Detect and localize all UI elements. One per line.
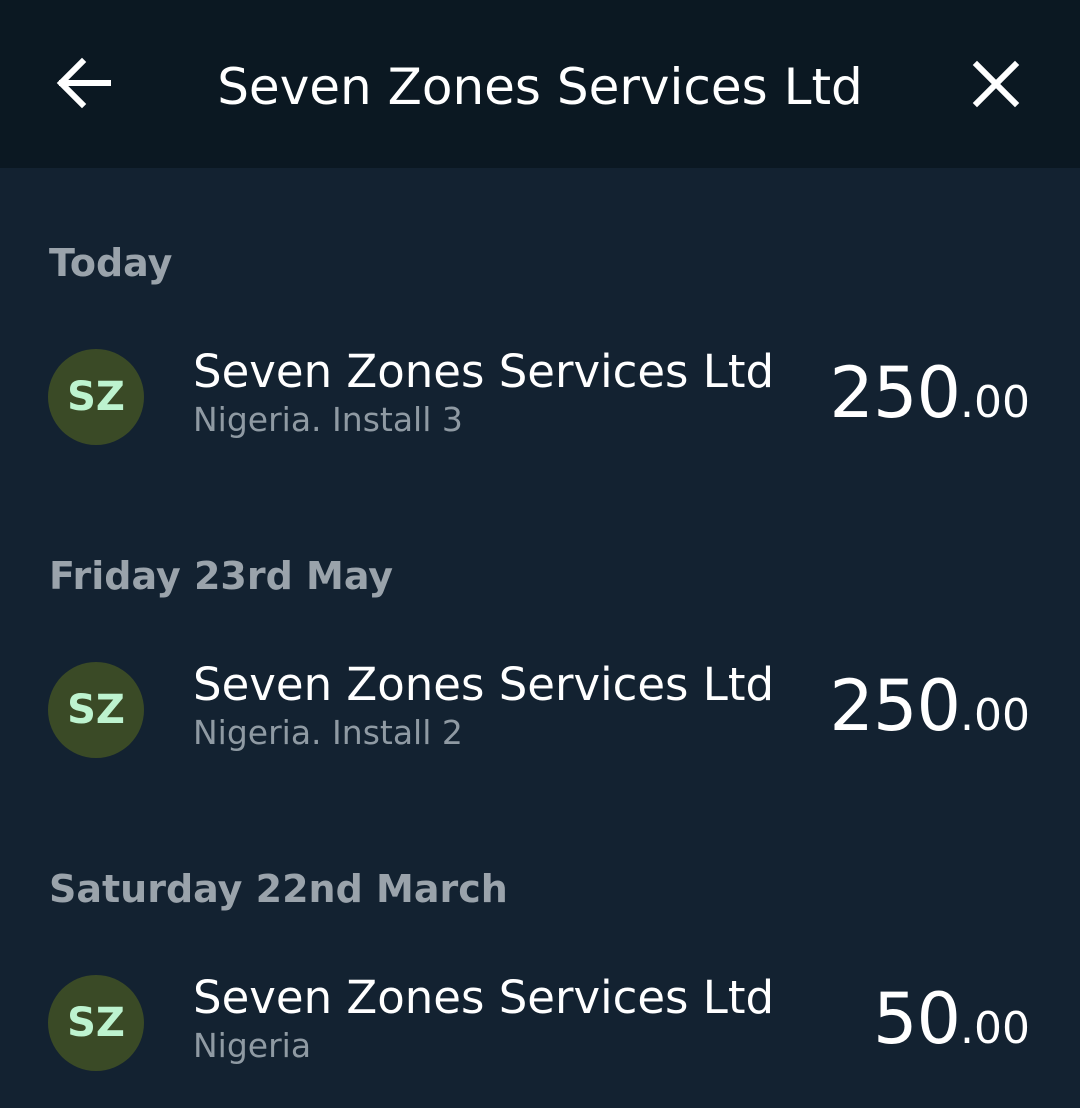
avatar: SZ — [48, 662, 144, 758]
amount-integer: 50 — [872, 978, 961, 1060]
back-button[interactable] — [50, 48, 120, 118]
arrow-left-icon — [56, 57, 111, 109]
section-header-saturday-22nd-march: Saturday 22nd March — [49, 867, 508, 911]
transaction-title: Seven Zones Services Ltd — [193, 971, 775, 1024]
transaction-title: Seven Zones Services Ltd — [193, 345, 775, 398]
transaction-subtitle: Nigeria. Install 3 — [193, 400, 463, 439]
amount-decimal: .00 — [960, 377, 1030, 428]
transaction-row[interactable]: SZ Seven Zones Services Ltd Nigeria. Ins… — [0, 645, 1080, 775]
transaction-title: Seven Zones Services Ltd — [193, 658, 775, 711]
amount-decimal: .00 — [960, 690, 1030, 741]
transaction-subtitle: Nigeria — [193, 1026, 312, 1065]
amount-integer: 250 — [829, 665, 961, 747]
transaction-amount: 250.00 — [829, 665, 1030, 747]
section-header-today: Today — [49, 241, 173, 285]
section-header-friday-23rd-may: Friday 23rd May — [49, 554, 394, 598]
amount-decimal: .00 — [960, 1003, 1030, 1054]
top-app-bar: Seven Zones Services Ltd — [0, 0, 1080, 168]
page-title: Seven Zones Services Ltd — [217, 58, 863, 116]
amount-integer: 250 — [829, 352, 961, 434]
close-button[interactable] — [960, 48, 1032, 120]
avatar: SZ — [48, 349, 144, 445]
avatar: SZ — [48, 975, 144, 1071]
close-icon — [972, 60, 1020, 108]
transaction-amount: 50.00 — [873, 978, 1030, 1060]
transaction-amount: 250.00 — [829, 352, 1030, 434]
transaction-row[interactable]: SZ Seven Zones Services Ltd Nigeria 50.0… — [0, 958, 1080, 1088]
transaction-row[interactable]: SZ Seven Zones Services Ltd Nigeria. Ins… — [0, 332, 1080, 462]
transaction-subtitle: Nigeria. Install 2 — [193, 713, 463, 752]
